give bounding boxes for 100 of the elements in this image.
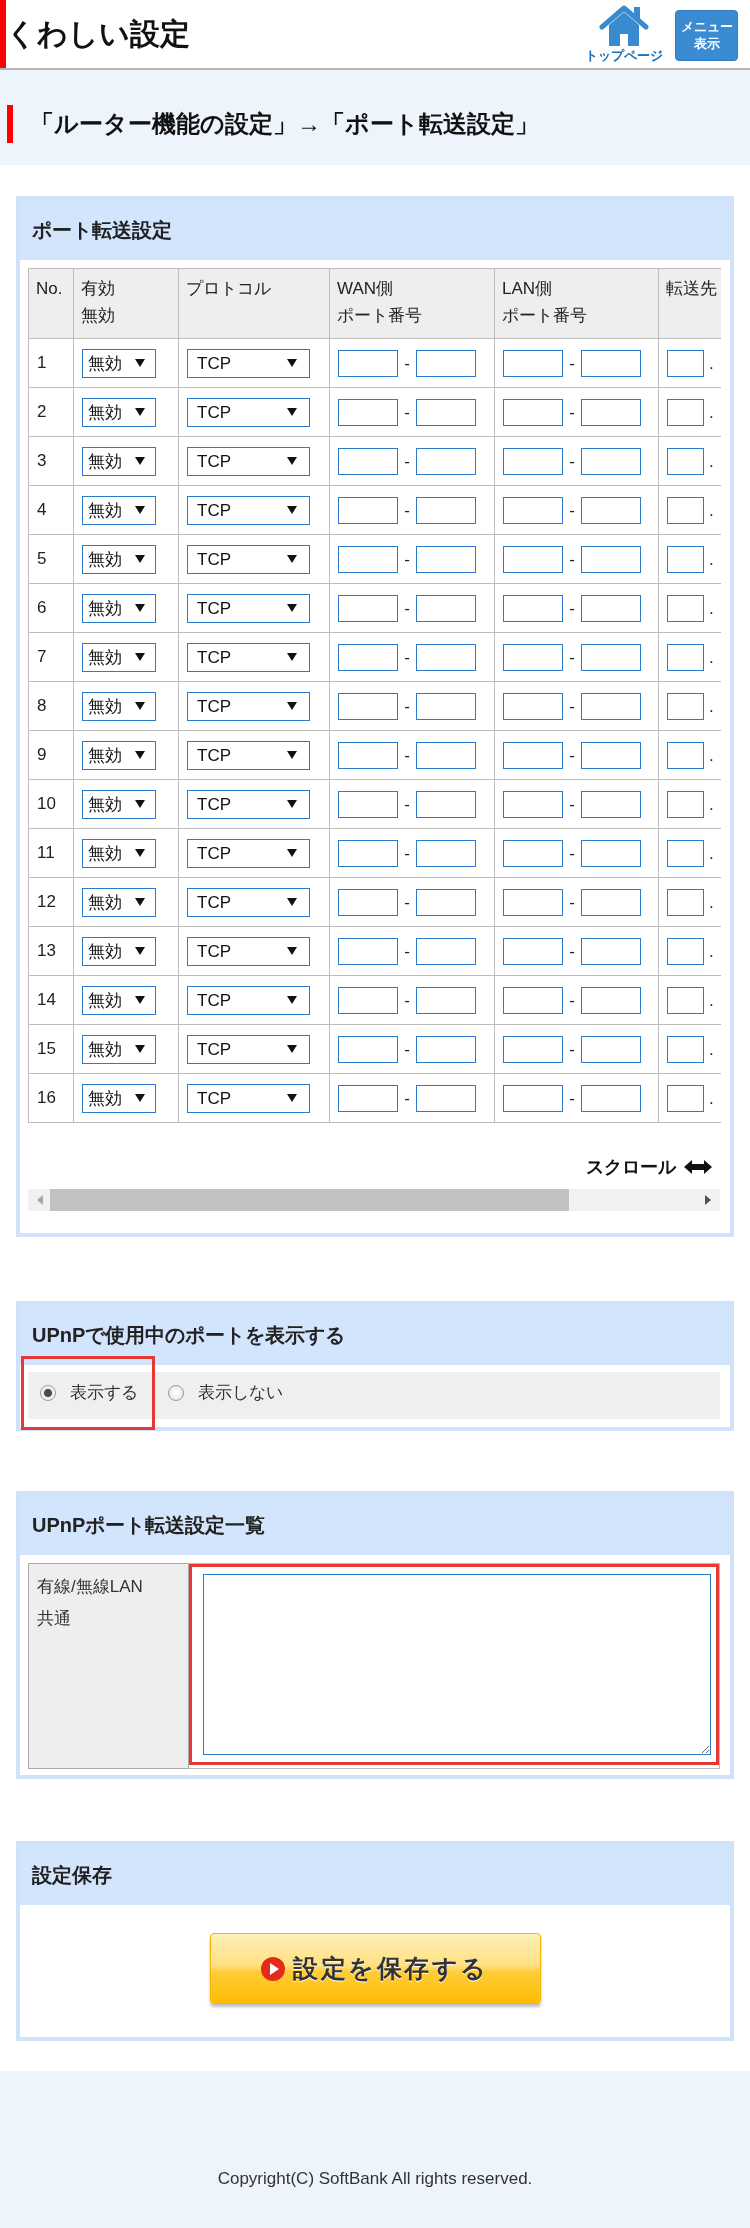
address-input[interactable] <box>667 545 704 573</box>
address-input[interactable] <box>667 1084 704 1112</box>
status-select[interactable]: 無効 <box>82 936 156 966</box>
port-input[interactable] <box>416 349 476 377</box>
port-input[interactable] <box>338 643 398 671</box>
port-input[interactable] <box>338 349 398 377</box>
port-input[interactable] <box>338 937 398 965</box>
port-input[interactable] <box>416 888 476 916</box>
address-input[interactable] <box>667 643 704 671</box>
port-input[interactable] <box>416 594 476 622</box>
status-select[interactable]: 無効 <box>82 691 156 721</box>
port-input[interactable] <box>581 496 641 524</box>
address-input[interactable] <box>667 594 704 622</box>
port-input[interactable] <box>581 643 641 671</box>
radio-button[interactable] <box>40 1385 56 1401</box>
status-select[interactable]: 無効 <box>82 397 156 427</box>
display-option[interactable]: 表示する <box>40 1359 138 1427</box>
port-input[interactable] <box>338 1035 398 1063</box>
port-input[interactable] <box>338 692 398 720</box>
protocol-select[interactable]: TCP <box>187 936 310 966</box>
port-input[interactable] <box>338 888 398 916</box>
port-input[interactable] <box>503 1035 563 1063</box>
port-input[interactable] <box>581 1084 641 1112</box>
port-input[interactable] <box>581 545 641 573</box>
port-input[interactable] <box>338 545 398 573</box>
protocol-select[interactable]: TCP <box>187 985 310 1015</box>
port-input[interactable] <box>338 741 398 769</box>
port-input[interactable] <box>581 1035 641 1063</box>
port-input[interactable] <box>503 398 563 426</box>
port-input[interactable] <box>581 398 641 426</box>
address-input[interactable] <box>667 692 704 720</box>
port-input[interactable] <box>416 545 476 573</box>
port-input[interactable] <box>581 349 641 377</box>
port-input[interactable] <box>503 496 563 524</box>
port-input[interactable] <box>416 398 476 426</box>
port-input[interactable] <box>581 937 641 965</box>
address-input[interactable] <box>667 496 704 524</box>
radio-button[interactable] <box>168 1385 184 1401</box>
port-input[interactable] <box>416 447 476 475</box>
status-select[interactable]: 無効 <box>82 446 156 476</box>
port-input[interactable] <box>416 790 476 818</box>
port-input[interactable] <box>581 447 641 475</box>
port-input[interactable] <box>416 1084 476 1112</box>
port-input[interactable] <box>503 790 563 818</box>
horizontal-scrollbar[interactable] <box>28 1189 720 1211</box>
port-input[interactable] <box>338 594 398 622</box>
port-input[interactable] <box>503 594 563 622</box>
protocol-select[interactable]: TCP <box>187 838 310 868</box>
protocol-select[interactable]: TCP <box>187 1034 310 1064</box>
port-input[interactable] <box>338 1084 398 1112</box>
port-input[interactable] <box>338 496 398 524</box>
port-input[interactable] <box>416 937 476 965</box>
address-input[interactable] <box>667 1035 704 1063</box>
port-input[interactable] <box>581 741 641 769</box>
port-input[interactable] <box>581 692 641 720</box>
port-input[interactable] <box>503 447 563 475</box>
protocol-select[interactable]: TCP <box>187 740 310 770</box>
port-input[interactable] <box>503 692 563 720</box>
address-input[interactable] <box>667 741 704 769</box>
port-input[interactable] <box>338 986 398 1014</box>
port-input[interactable] <box>416 1035 476 1063</box>
protocol-select[interactable]: TCP <box>187 348 310 378</box>
protocol-select[interactable]: TCP <box>187 544 310 574</box>
status-select[interactable]: 無効 <box>82 1034 156 1064</box>
status-select[interactable]: 無効 <box>82 740 156 770</box>
protocol-select[interactable]: TCP <box>187 593 310 623</box>
port-input[interactable] <box>503 839 563 867</box>
protocol-select[interactable]: TCP <box>187 691 310 721</box>
status-select[interactable]: 無効 <box>82 348 156 378</box>
protocol-select[interactable]: TCP <box>187 789 310 819</box>
address-input[interactable] <box>667 790 704 818</box>
status-select[interactable]: 無効 <box>82 495 156 525</box>
port-input[interactable] <box>581 839 641 867</box>
status-select[interactable]: 無効 <box>82 593 156 623</box>
port-input[interactable] <box>503 741 563 769</box>
protocol-select[interactable]: TCP <box>187 495 310 525</box>
address-input[interactable] <box>667 349 704 377</box>
status-select[interactable]: 無効 <box>82 1083 156 1113</box>
protocol-select[interactable]: TCP <box>187 1083 310 1113</box>
scrollbar-thumb[interactable] <box>50 1189 569 1211</box>
menu-button[interactable]: メニュー 表示 <box>675 10 738 61</box>
status-select[interactable]: 無効 <box>82 985 156 1015</box>
port-input[interactable] <box>503 937 563 965</box>
port-input[interactable] <box>338 839 398 867</box>
port-input[interactable] <box>416 692 476 720</box>
port-input[interactable] <box>338 790 398 818</box>
status-select[interactable]: 無効 <box>82 789 156 819</box>
port-input[interactable] <box>503 545 563 573</box>
port-input[interactable] <box>503 986 563 1014</box>
port-input[interactable] <box>416 496 476 524</box>
address-input[interactable] <box>667 398 704 426</box>
port-input[interactable] <box>338 398 398 426</box>
protocol-select[interactable]: TCP <box>187 887 310 917</box>
home-link[interactable]: トップページ <box>585 0 663 63</box>
display-option[interactable]: 表示しない <box>168 1359 283 1427</box>
address-input[interactable] <box>667 937 704 965</box>
port-input[interactable] <box>503 888 563 916</box>
status-select[interactable]: 無効 <box>82 838 156 868</box>
port-input[interactable] <box>581 986 641 1014</box>
save-button[interactable]: 設定を保存する <box>209 1933 541 2004</box>
